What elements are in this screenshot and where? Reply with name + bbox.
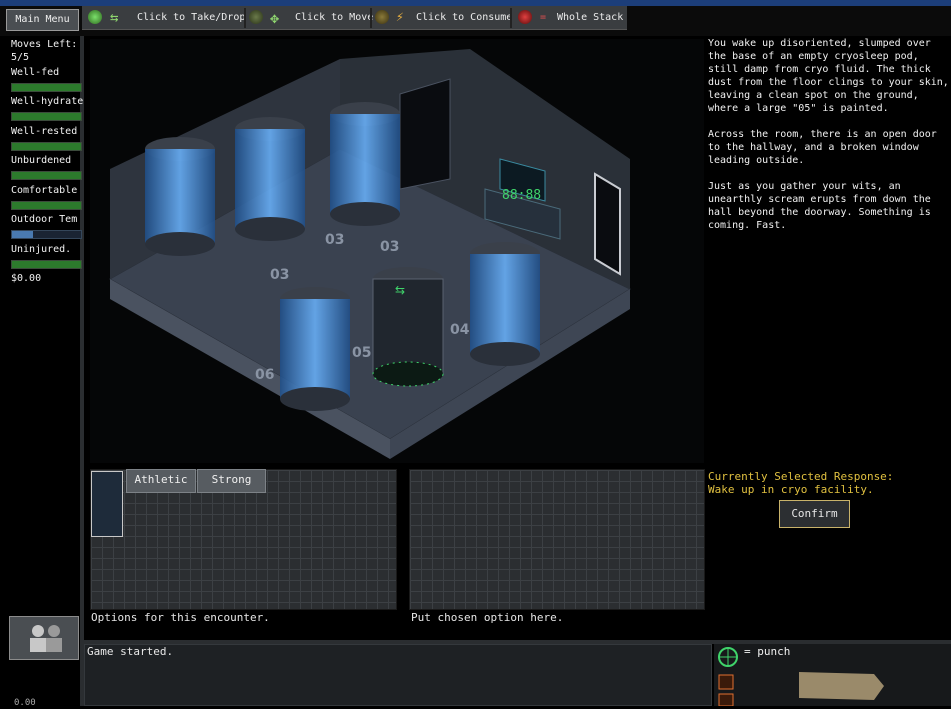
stat-unburdened-bar: [11, 171, 82, 180]
stat-fill: [12, 231, 33, 238]
party-button[interactable]: [9, 616, 79, 660]
cryo-pod: [330, 102, 400, 226]
stat-unburdened-label: Unburdened: [11, 155, 72, 166]
floor-number: 06: [255, 367, 274, 383]
cryo-room-illustration: 88:88 03 03 03 04 05 06 ⇆: [108, 49, 632, 459]
stat-fill: [12, 261, 81, 268]
confirm-button[interactable]: Confirm: [778, 499, 851, 529]
money-label: $0.00: [11, 273, 42, 284]
stat-outdoor-temp-bar: [11, 230, 82, 239]
stat-comfortable-label: Comfortable: [11, 185, 78, 196]
narration-paragraph: Across the room, there is an open door t…: [708, 129, 937, 166]
stat-well-fed-label: Well-fed: [11, 67, 60, 78]
broken-window: [594, 172, 621, 276]
legend-divider: [370, 8, 372, 28]
character-portrait[interactable]: [91, 471, 123, 537]
legend-whole-stack-label: Whole Stack: [557, 12, 624, 23]
stat-outdoor-temp-label: Outdoor Tem: [11, 214, 78, 225]
stat-fill: [12, 172, 81, 179]
floor-number: 05: [352, 345, 371, 361]
amber-orb-icon: [375, 10, 389, 24]
equals-icon: =: [540, 12, 547, 23]
legend-divider: [510, 8, 512, 28]
legend-take-drop-label: Click to Take/Drop: [137, 12, 246, 23]
legend-divider: [244, 8, 246, 28]
stat-uninjured-label: Uninjured.: [11, 244, 72, 255]
moves-left-value: 5/5: [11, 52, 30, 63]
stat-comfortable-bar: [11, 201, 82, 210]
stat-well-fed-bar: [11, 83, 82, 92]
stat-well-hydrated-label: Well-hydrate: [11, 96, 83, 107]
selected-response: Currently Selected Response: Wake up in …: [708, 470, 893, 496]
red-orb-icon: [518, 10, 532, 24]
floor-number: 03: [325, 232, 344, 248]
money-readout: 0.00: [14, 698, 36, 708]
cryo-pod: [470, 242, 540, 366]
main-menu-button[interactable]: Main Menu: [6, 9, 79, 31]
cryo-pod: [145, 137, 215, 256]
arrows-take-drop-icon: ⇆: [110, 10, 119, 26]
moves-left-label: Moves Left:: [11, 39, 78, 50]
stat-fill: [12, 84, 81, 91]
floor-number: 04: [450, 322, 470, 338]
trait-tag-athletic[interactable]: Athletic: [126, 469, 196, 493]
olive-orb-icon: [249, 10, 263, 24]
selected-response-value: Wake up in cryo facility.: [708, 483, 874, 496]
stat-fill: [12, 113, 81, 120]
floor-number: 03: [270, 267, 289, 283]
stat-fill: [12, 202, 81, 209]
move-marker-icon[interactable]: ⇆: [395, 283, 405, 297]
cryo-pod: [235, 117, 305, 241]
log-entry: Game started.: [87, 645, 174, 658]
open-doorway: [399, 78, 451, 190]
scene-view: 88:88 03 03 03 04 05 06 ⇆: [90, 39, 704, 463]
trait-tag-strong[interactable]: Strong: [197, 469, 266, 493]
legend-move-label: Click to Move: [295, 12, 374, 23]
move-arrows-icon: ✥: [270, 9, 280, 27]
chosen-option-slot[interactable]: [409, 469, 705, 610]
stats-panel: Moves Left: 5/5 Well-fed Well-hydrate We…: [7, 37, 83, 706]
legend-consume-label: Click to Consume: [416, 12, 513, 23]
stat-well-rested-bar: [11, 142, 82, 151]
stat-uninjured-bar: [11, 260, 82, 269]
encounter-narration: You wake up disoriented, slumped over th…: [708, 37, 951, 237]
selected-response-label: Currently Selected Response:: [708, 470, 894, 483]
message-log[interactable]: [84, 644, 712, 706]
cryo-pod-open: [372, 267, 444, 387]
punch-label: = punch: [744, 645, 791, 658]
console-readout: 88:88: [502, 188, 541, 203]
options-caption: Options for this encounter.: [91, 611, 270, 624]
cryo-pod: [280, 287, 350, 411]
party-icon: [30, 625, 62, 652]
green-orb-icon: [88, 10, 102, 24]
floor-number: 03: [380, 239, 399, 255]
narration-paragraph: You wake up disoriented, slumped over th…: [708, 38, 949, 114]
consume-icon: ⚡: [396, 10, 404, 25]
stat-fill: [12, 143, 81, 150]
stat-well-rested-label: Well-rested: [11, 126, 78, 137]
chosen-caption: Put chosen option here.: [411, 611, 564, 624]
narration-paragraph: Just as you gather your wits, an unearth…: [708, 181, 931, 231]
stat-well-hydrated-bar: [11, 112, 82, 121]
